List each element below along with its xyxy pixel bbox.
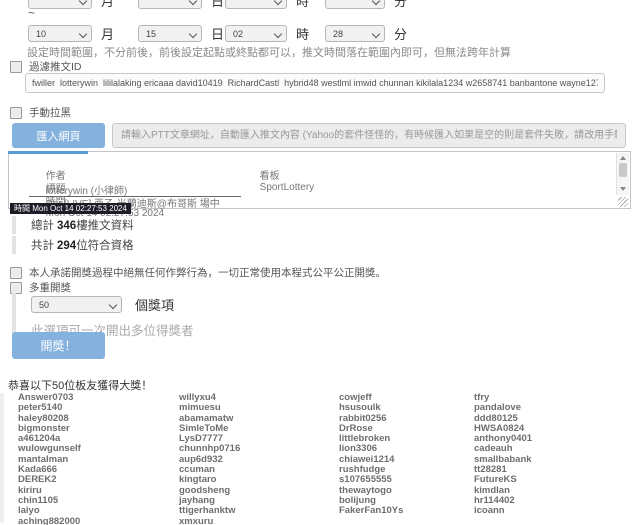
manual-blacklist-checkline: 手動拉黑 <box>10 105 71 120</box>
qualified-count: 294 <box>57 240 76 252</box>
scroll-up-icon[interactable] <box>620 156 626 160</box>
article-board-line: 看板 SportLottery <box>243 156 314 204</box>
filter-id-label: 過濾推文ID <box>29 59 82 74</box>
start-hour-unit: 時 <box>225 0 309 10</box>
end-minute-select[interactable]: 28 <box>325 25 385 42</box>
end-month-select[interactable]: 10 <box>28 25 92 42</box>
day-label: 日 <box>211 0 224 10</box>
manual-blacklist-label: 手動拉黑 <box>29 105 71 120</box>
hour-label: 時 <box>296 24 309 43</box>
board-value: SportLottery <box>260 182 314 193</box>
end-hour-unit: 02 時 <box>225 24 309 43</box>
winners-grid: Answer0703peter5140haley80208bigmonstera… <box>0 393 640 523</box>
start-day-unit: 日 <box>138 0 224 10</box>
scrollbar-thumb[interactable] <box>619 163 627 177</box>
selection-highlight <box>8 151 88 154</box>
filter-id-checkline: 過濾推文ID <box>10 59 82 74</box>
scroll-down-icon[interactable] <box>620 187 626 191</box>
winner-id: xmxuru <box>179 517 240 525</box>
end-month-unit: 10 月 <box>28 24 114 43</box>
prize-count-select[interactable]: 50 <box>31 296 122 313</box>
filter-id-checkbox[interactable] <box>10 61 22 73</box>
chevron-down-icon <box>189 30 197 38</box>
winner-column: tfrypandaloveddd80125HWSA0824anthony0401… <box>474 393 532 517</box>
chevron-down-icon <box>372 0 380 5</box>
textarea-scrollbar[interactable] <box>616 153 629 195</box>
winner-column: willyxu4mimuesuabamamatwSimleToMeLysD777… <box>179 393 240 525</box>
pledge-label: 本人承諾開獎過程中絕無任何作弊行為，一切正常使用本程式公平公正開獎。 <box>29 265 386 280</box>
total-pushes-stat: 總計346樓推文資料 <box>12 216 137 234</box>
results-headline: 恭喜以下50位板友獲得大獎！ <box>8 377 152 393</box>
chevron-down-icon <box>189 0 197 5</box>
chevron-down-icon <box>79 30 87 38</box>
minute-label: 分 <box>394 24 407 43</box>
start-minute-select[interactable] <box>325 0 385 9</box>
ptt-url-input[interactable] <box>112 123 626 148</box>
start-month-unit: 月 <box>28 0 114 10</box>
resize-grip-icon[interactable] <box>618 197 628 207</box>
range-tilde: ~ <box>28 6 35 20</box>
filtered-ids-input[interactable] <box>25 73 605 93</box>
winner-id: FakerFan10Ys <box>339 506 403 516</box>
manual-blacklist-checkbox[interactable] <box>10 107 22 119</box>
time-range-hint: 設定時間範圍，不分前後，前後設定起點或終點都可以，推文時間落在範圍內即可，但無法… <box>27 44 511 60</box>
month-label: 月 <box>101 24 114 43</box>
day-label: 日 <box>211 24 224 43</box>
chevron-down-icon <box>274 0 282 5</box>
end-day-select[interactable]: 15 <box>138 25 202 42</box>
winner-id: aching882000 <box>18 517 81 525</box>
winner-id: icoann <box>474 506 532 516</box>
month-label: 月 <box>101 0 114 10</box>
chevron-down-icon <box>372 30 380 38</box>
draw-button[interactable]: 開獎！ <box>12 332 105 359</box>
start-hour-select[interactable] <box>225 0 287 9</box>
hour-label: 時 <box>296 0 309 10</box>
winner-column: Answer0703peter5140haley80208bigmonstera… <box>18 393 81 525</box>
total-count: 346 <box>57 220 76 232</box>
ptt-lottery-tool-page: 月 日 時 分 ~ 10 月 15 日 02 時 28 分 <box>0 0 640 525</box>
prize-count-suffix: 個獎項 <box>135 295 174 314</box>
article-divider <box>29 196 241 197</box>
pledge-checkline: 本人承諾開獎過程中絕無任何作弊行為，一切正常使用本程式公平公正開獎。 <box>10 265 386 280</box>
board-label: 看板 <box>260 171 280 182</box>
end-minute-unit: 28 分 <box>325 24 407 43</box>
chevron-down-icon <box>79 0 87 5</box>
chevron-down-icon <box>109 301 117 309</box>
pledge-checkbox[interactable] <box>10 267 22 279</box>
end-day-unit: 15 日 <box>138 24 224 43</box>
chevron-down-icon <box>274 30 282 38</box>
import-page-button[interactable]: 匯入網頁 <box>12 123 105 148</box>
qualified-stat: 共計294位符合資格 <box>12 236 137 254</box>
end-hour-select[interactable]: 02 <box>225 25 287 42</box>
winner-column: cowjeffhsusoulkrabbit0256DrRoselittlebro… <box>339 393 403 517</box>
article-content-textarea[interactable]: 作者 lotterywin (小律師) 看板 SportLottery 標題 R… <box>8 151 631 209</box>
minute-label: 分 <box>394 0 407 10</box>
multi-draw-checkbox[interactable] <box>10 282 22 294</box>
start-day-select[interactable] <box>138 0 202 9</box>
start-month-select[interactable] <box>28 0 92 9</box>
start-minute-unit: 分 <box>325 0 407 10</box>
selected-time-badge: 時間 Mon Oct 14 02:27:53 2024 <box>10 203 131 214</box>
